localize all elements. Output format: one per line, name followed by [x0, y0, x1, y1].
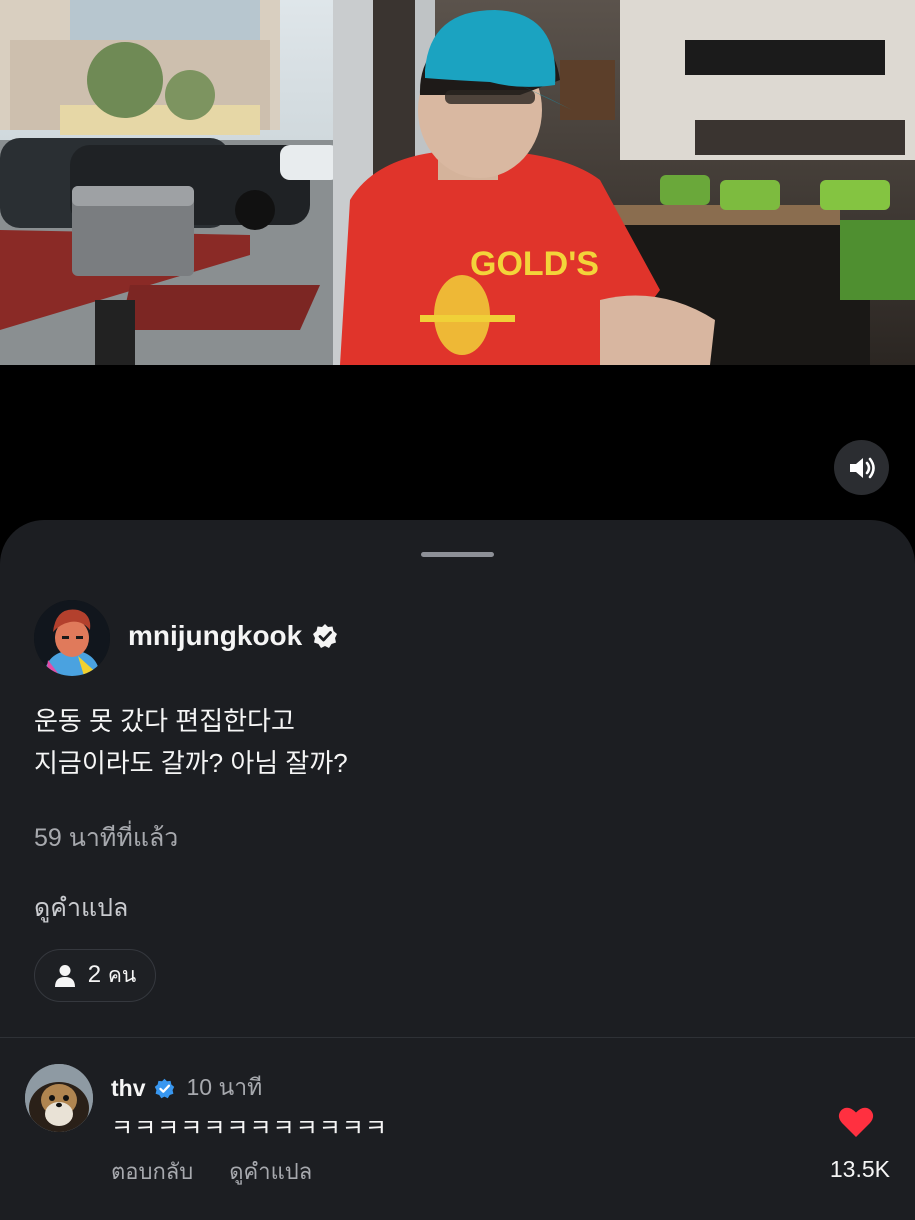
heart-icon[interactable]: [838, 1106, 874, 1138]
divider: [0, 1037, 915, 1038]
comment-header: thv 10 นาที: [111, 1070, 262, 1106]
speaker-icon: [849, 457, 875, 478]
shirt-text: GOLD'S: [470, 245, 599, 283]
post-author[interactable]: mnijungkook: [128, 620, 338, 652]
caption-line: 운동 못 갔다 편집한다고: [34, 706, 295, 736]
avatar[interactable]: [34, 600, 110, 676]
person-icon: [54, 964, 75, 987]
video-frame: GOLD'S: [0, 0, 915, 365]
cartoon-avatar-image: [34, 600, 110, 676]
see-translation-link[interactable]: ดูคำแปล: [229, 1154, 312, 1189]
sheet-drag-handle[interactable]: [421, 552, 494, 557]
like-count: 13.5K: [829, 1156, 890, 1182]
comment-avatar[interactable]: [25, 1064, 93, 1132]
comment-actions: ตอบกลับ ดูคำแปล: [111, 1154, 312, 1189]
video-player[interactable]: GOLD'S: [0, 0, 915, 365]
comments-sheet: mnijungkook 운동 못 갔다 편집한다고 지금이라도 갈까? 아님 잘…: [0, 520, 915, 1220]
viewers-count: 2: [87, 961, 102, 988]
reply-button[interactable]: ตอบกลับ: [111, 1154, 193, 1189]
viewers-button[interactable]: 2 คน: [34, 949, 156, 1002]
comment-username[interactable]: thv: [111, 1075, 146, 1102]
comment-timestamp: 10 นาที: [186, 1074, 263, 1100]
verified-badge-icon: [313, 624, 338, 648]
dog-avatar-image: [25, 1064, 93, 1132]
verified-badge-icon: [154, 1078, 174, 1098]
see-translation-link[interactable]: ดูคำแปล: [34, 888, 128, 928]
post-timestamp: 59 นาทีที่แล้ว: [34, 824, 179, 852]
post-caption: 운동 못 갔다 편집한다고 지금이라도 갈까? 아님 잘까?: [34, 700, 874, 784]
comment-text: ㅋㅋㅋㅋㅋㅋㅋㅋㅋㅋㅋㅋ: [111, 1115, 388, 1142]
mute-toggle-button[interactable]: [834, 440, 889, 495]
username-label: mnijungkook: [128, 620, 303, 651]
viewers-unit: คน: [107, 964, 137, 987]
caption-line: 지금이라도 갈까? 아님 잘까?: [34, 748, 348, 778]
